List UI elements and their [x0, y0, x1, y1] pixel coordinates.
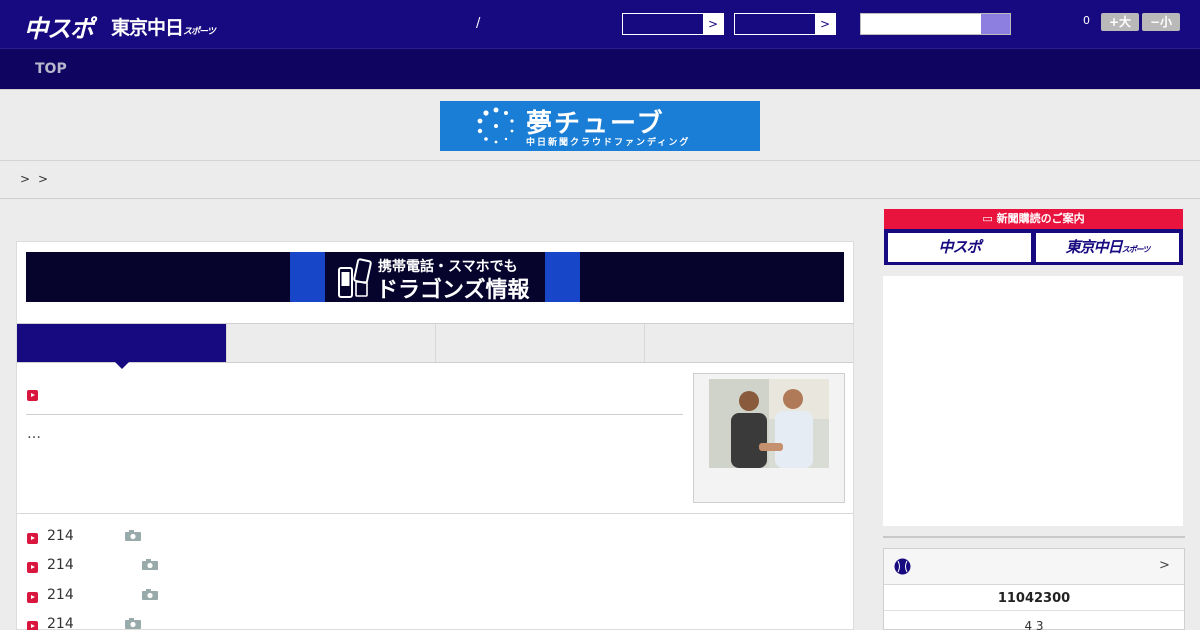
yume-subtitle: 中日新聞クラウドファンディング: [526, 138, 691, 148]
breadcrumb: > >: [0, 161, 1200, 199]
mobile-dragons-banner[interactable]: 携帯電話・スマホでも ドラゴンズ情報: [26, 252, 844, 303]
tab-3[interactable]: [435, 324, 644, 362]
tab-4[interactable]: [644, 324, 853, 362]
tab-2[interactable]: [226, 324, 435, 362]
score-result: 4 3: [1024, 619, 1044, 630]
list-divider: [17, 513, 853, 514]
list-item-count[interactable]: 214: [47, 616, 74, 630]
subscribe-tokyo-button[interactable]: 東京中日スポーツ: [1036, 233, 1179, 262]
camera-icon: [142, 589, 158, 600]
nav-item-top[interactable]: TOP: [35, 61, 67, 77]
font-size-counter: 0: [1083, 14, 1090, 27]
list-item-count[interactable]: 214: [47, 557, 74, 573]
article-bullet-icon: [27, 621, 38, 630]
mobile-banner-inner: 携帯電話・スマホでも ドラゴンズ情報: [290, 252, 580, 303]
mobile-banner-line2: ドラゴンズ情報: [376, 278, 530, 303]
category-select-1[interactable]: >: [622, 13, 724, 35]
main-nav: TOP: [0, 48, 1200, 89]
subscription-title: 新聞購読のご案内: [996, 212, 1085, 225]
score-divider: [884, 610, 1184, 611]
chevron-right-icon: >: [815, 14, 835, 34]
banner-area: 夢チューブ 中日新聞クラウドファンディング: [0, 89, 1200, 161]
score-number: 11042300: [997, 591, 1071, 606]
dots-ring-icon: [477, 107, 514, 144]
tab-1[interactable]: [17, 324, 226, 369]
tokyo-chunichi-logo[interactable]: 東京中日スポーツ: [111, 13, 216, 40]
breadcrumb-separator: >: [20, 172, 31, 186]
score-more-link[interactable]: >: [1159, 558, 1170, 573]
tokyo-logo-main: 東京中日: [111, 17, 184, 39]
feature-divider: [26, 414, 683, 415]
feature-excerpt: …: [27, 426, 41, 442]
chuspo-logo[interactable]: 中スポ: [24, 9, 94, 44]
score-box: > 11042300 4 3: [883, 548, 1185, 630]
article-bullet-icon: [27, 390, 38, 401]
search-button[interactable]: [981, 14, 1010, 34]
feature-photo-box[interactable]: [693, 373, 845, 503]
sidebar-ad[interactable]: [883, 276, 1183, 526]
score-header[interactable]: >: [884, 549, 1184, 585]
header-separator: /: [476, 16, 481, 31]
subscription-box: ▭ 新聞購読のご案内 中スポ 東京中日スポーツ: [884, 209, 1183, 265]
camera-icon: [125, 618, 141, 629]
chevron-right-icon: >: [703, 14, 723, 34]
main-panel: 携帯電話・スマホでも ドラゴンズ情報 … 214 214 214 214: [16, 241, 854, 630]
font-larger-button[interactable]: +大: [1101, 13, 1139, 31]
article-bullet-icon: [27, 562, 38, 573]
camera-icon: [142, 559, 158, 570]
list-item-count[interactable]: 214: [47, 587, 74, 603]
subscribe-chuspo-button[interactable]: 中スポ: [888, 233, 1031, 262]
list-item-count[interactable]: 214: [47, 528, 74, 544]
baseball-icon: [894, 558, 911, 575]
header-bar: 中スポ 東京中日スポーツ / > > 0 +大 −小: [0, 0, 1200, 48]
sidebar-divider: [883, 536, 1185, 538]
camera-icon: [125, 530, 141, 541]
news-tabs: [17, 323, 853, 369]
yume-tube-banner[interactable]: 夢チューブ 中日新聞クラウドファンディング: [440, 101, 760, 151]
category-select-2[interactable]: >: [734, 13, 836, 35]
feature-photo: [709, 379, 829, 468]
article-bullet-icon: [27, 592, 38, 603]
search-input[interactable]: [861, 14, 982, 34]
article-bullet-icon: [27, 533, 38, 544]
tokyo-logo-suffix: スポーツ: [183, 27, 216, 37]
breadcrumb-separator: >: [38, 172, 49, 186]
font-smaller-button[interactable]: −小: [1142, 13, 1180, 31]
mobile-phone-icon: [338, 258, 372, 298]
subscribe-tokyo-label: 東京中日: [1065, 238, 1123, 256]
subscribe-tokyo-suffix: スポーツ: [1121, 245, 1151, 254]
newspaper-icon: ▭: [982, 212, 997, 225]
search-form: [860, 13, 1011, 35]
subscription-header[interactable]: ▭ 新聞購読のご案内: [884, 209, 1183, 229]
